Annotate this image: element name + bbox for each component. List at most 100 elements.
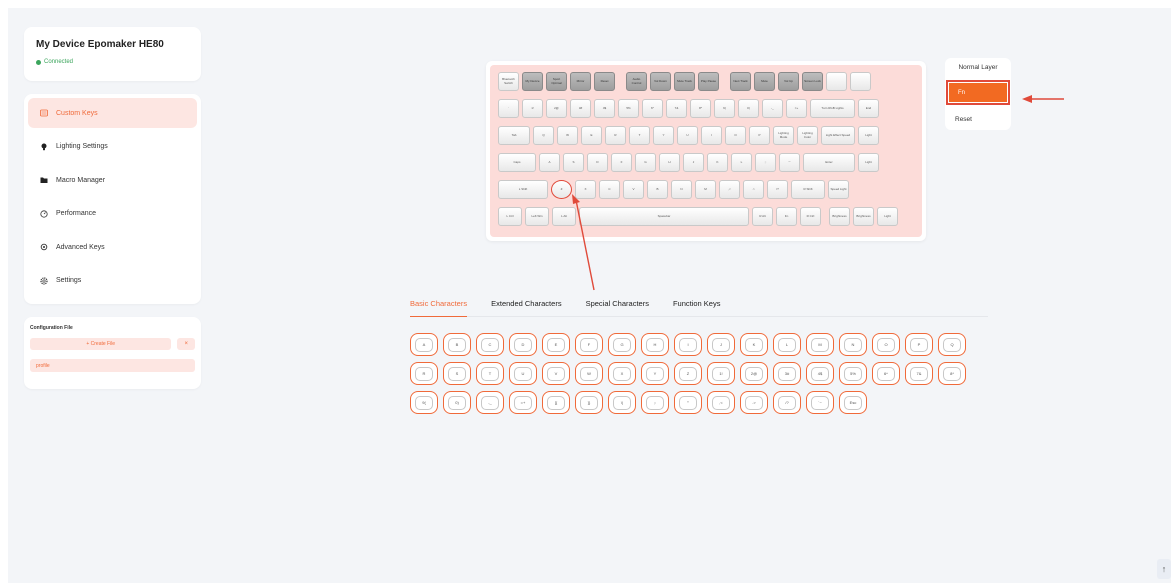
tab-special-characters[interactable]: Special Characters	[586, 297, 649, 317]
char-key[interactable]: 7&	[905, 362, 933, 385]
create-file-button[interactable]: + Create File	[30, 338, 172, 350]
char-key[interactable]: H	[641, 333, 669, 356]
char-key[interactable]: R	[410, 362, 438, 385]
key[interactable]: 3#	[570, 99, 591, 118]
key[interactable]: P	[749, 126, 770, 145]
char-key[interactable]: U	[509, 362, 537, 385]
key[interactable]: Brightness	[829, 207, 850, 226]
char-key[interactable]: [{	[542, 391, 570, 414]
key[interactable]: Light	[858, 153, 879, 172]
key[interactable]: L Ctrl	[498, 207, 522, 226]
char-key[interactable]: W	[575, 362, 603, 385]
char-key[interactable]: M	[806, 333, 834, 356]
tab-basic-characters[interactable]: Basic Characters	[410, 297, 468, 317]
char-key[interactable]: .>	[740, 391, 768, 414]
key-spacebar[interactable]: Spacebar	[579, 207, 749, 226]
key[interactable]: N	[671, 180, 692, 199]
key[interactable]	[850, 72, 871, 91]
key[interactable]: Light	[877, 207, 898, 226]
key[interactable]: -_	[762, 99, 783, 118]
key[interactable]: 5%	[618, 99, 639, 118]
key[interactable]: Lighting Mode	[773, 126, 794, 145]
key[interactable]: Lighting Color	[797, 126, 818, 145]
key[interactable]: Left Win	[525, 207, 549, 226]
key[interactable]: J	[683, 153, 704, 172]
tab-function-keys[interactable]: Function Keys	[673, 297, 721, 317]
normal-layer-option[interactable]: Normal Layer	[945, 64, 1011, 71]
char-key[interactable]: 6^	[872, 362, 900, 385]
key[interactable]: S	[563, 153, 584, 172]
key[interactable]: A	[539, 153, 560, 172]
sidebar-item-custom-keys[interactable]: Custom Keys	[28, 98, 197, 128]
char-key[interactable]: 3#	[773, 362, 801, 385]
key[interactable]: Mute Track	[674, 72, 695, 91]
key[interactable]: E	[581, 126, 602, 145]
key[interactable]: Caps	[498, 153, 536, 172]
key[interactable]: '"	[779, 153, 800, 172]
char-key[interactable]: G	[608, 333, 636, 356]
key[interactable]: Enter	[803, 153, 855, 172]
char-key[interactable]: ;:	[641, 391, 669, 414]
char-key[interactable]: D	[509, 333, 537, 356]
char-key[interactable]: O	[872, 333, 900, 356]
key[interactable]: Mirror	[570, 72, 591, 91]
char-key[interactable]: Esc	[839, 391, 867, 414]
fn-layer-option[interactable]: Fn	[946, 80, 1010, 105]
delete-file-button[interactable]: ×	[177, 338, 195, 350]
key[interactable]: 1!	[522, 99, 543, 118]
key[interactable]: 2@	[546, 99, 567, 118]
key[interactable]: O	[725, 126, 746, 145]
char-key[interactable]: \|	[608, 391, 636, 414]
key[interactable]: ;:	[755, 153, 776, 172]
sidebar-item-advanced-keys[interactable]: Advanced Keys	[28, 232, 197, 262]
char-key[interactable]: ]}	[575, 391, 603, 414]
char-key[interactable]: =+	[509, 391, 537, 414]
char-key[interactable]: C	[476, 333, 504, 356]
key[interactable]: U	[677, 126, 698, 145]
key[interactable]: Mute	[754, 72, 775, 91]
char-key[interactable]: S	[443, 362, 471, 385]
key[interactable]: G	[635, 153, 656, 172]
reset-button[interactable]: Reset	[955, 116, 972, 123]
key[interactable]: Bluetooth Switch	[498, 72, 519, 91]
key[interactable]: ,<	[719, 180, 740, 199]
char-key[interactable]: 4$	[806, 362, 834, 385]
char-key[interactable]: E	[542, 333, 570, 356]
key[interactable]: D	[587, 153, 608, 172]
sidebar-item-lighting-settings[interactable]: Lighting Settings	[28, 132, 197, 162]
key[interactable]: 4$	[594, 99, 615, 118]
char-key[interactable]: 1!	[707, 362, 735, 385]
char-key[interactable]: `~	[806, 391, 834, 414]
key[interactable]: Fn	[776, 207, 797, 226]
key[interactable]: /?	[767, 180, 788, 199]
key[interactable]: End	[858, 99, 879, 118]
char-key[interactable]: V	[542, 362, 570, 385]
char-key[interactable]: A	[410, 333, 438, 356]
key[interactable]: L Shift	[498, 180, 548, 199]
char-key[interactable]: 2@	[740, 362, 768, 385]
key[interactable]: My Device	[522, 72, 543, 91]
key[interactable]: Sport Optimal	[546, 72, 567, 91]
char-key[interactable]: N	[839, 333, 867, 356]
char-key[interactable]: Q	[938, 333, 966, 356]
key[interactable]: =+	[786, 99, 807, 118]
key[interactable]: R Ctrl	[800, 207, 821, 226]
key[interactable]: I	[701, 126, 722, 145]
char-key[interactable]: K	[740, 333, 768, 356]
key[interactable]: Light Effect Speed	[821, 126, 855, 145]
key[interactable]: 6^	[642, 99, 663, 118]
key[interactable]: 8*	[690, 99, 711, 118]
key[interactable]: Screen Lock	[802, 72, 823, 91]
key[interactable]: Vol Down	[650, 72, 671, 91]
key[interactable]: 0)	[738, 99, 759, 118]
char-key[interactable]: F	[575, 333, 603, 356]
char-key[interactable]: '"	[674, 391, 702, 414]
key[interactable]: Turn RGB Lights	[810, 99, 855, 118]
profile-list-item[interactable]: profile	[30, 359, 195, 372]
char-key[interactable]: ,<	[707, 391, 735, 414]
key[interactable]: `	[498, 99, 519, 118]
key[interactable]: C	[599, 180, 620, 199]
char-key[interactable]: T	[476, 362, 504, 385]
scroll-to-top-button[interactable]: ↑	[1157, 559, 1171, 579]
key[interactable]: Y	[653, 126, 674, 145]
